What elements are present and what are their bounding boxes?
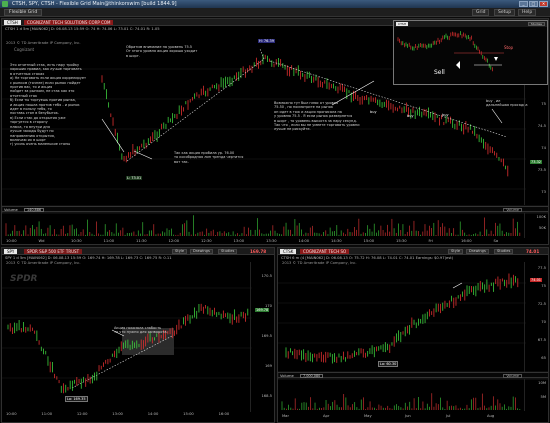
time-tick: 10:30 xyxy=(71,239,82,243)
setup-button[interactable]: Setup xyxy=(494,9,516,16)
main-toolbar: Flexible Grid Grid Setup Help xyxy=(0,8,550,17)
volume-header: Volume 140,886 Volume xyxy=(2,206,548,212)
annotation-trendline: Так как акция пробила ур. 76.00 то кособ… xyxy=(174,151,244,164)
ctsh6m-volume-bars xyxy=(281,393,521,410)
spy-price-axis: 170.5 170 169.5 169 168.5 xyxy=(250,262,274,412)
ctsh6m-volume-header: Volume 7,000,080 Volume xyxy=(278,372,548,378)
time-tick: Aug xyxy=(487,414,495,418)
volume-axis: 100K 50K xyxy=(524,213,548,238)
buy-tag-1: buy xyxy=(370,110,377,114)
time-tick: 12:00 xyxy=(168,239,180,243)
time-tick: 16:00 xyxy=(218,412,230,416)
window-controls: _ □ ✕ xyxy=(519,1,548,7)
time-tick: May xyxy=(364,414,372,418)
spy-chart-svg xyxy=(2,287,252,394)
time-tick: 15:00 xyxy=(183,412,194,416)
ctsh6m-volume-axis: 10M 5M xyxy=(524,379,548,411)
time-tick: 11:00 xyxy=(41,412,53,416)
ctsh6m-low-label: Lo: 60.30 xyxy=(378,361,399,367)
ctsh6m-volume-label: Volume xyxy=(280,374,294,378)
annotation-rules: Это отчетный стак, есть пару тройку хоро… xyxy=(10,63,87,147)
window-title: CTSH, SPY, CTSH - Flexible Grid Main@thi… xyxy=(12,1,177,7)
low-label: L: 73.01 xyxy=(126,176,143,180)
time-tick: 15:30 xyxy=(396,239,407,243)
buy-tag-2: buy xyxy=(407,114,414,118)
time-tick: Fri xyxy=(428,239,433,243)
time-tick: Jun xyxy=(405,414,411,418)
grid-button[interactable]: Grid xyxy=(472,9,490,16)
time-tick: 12:30 xyxy=(201,239,212,243)
time-tick: 13:00 xyxy=(112,412,123,416)
time-tick: Mar xyxy=(282,414,289,418)
time-tick: Jul xyxy=(446,414,451,418)
volume-value: 140,886 xyxy=(24,208,45,212)
spy-chart-panel: SPY SPDR S&P 500 ETF TRUST Style Drawing… xyxy=(1,247,275,423)
window-titlebar: CTSH, SPY, CTSH - Flexible Grid Main@thi… xyxy=(0,0,550,8)
minimize-button[interactable]: _ xyxy=(519,1,528,7)
time-axis: 10:00 Wd 10:30 11:00 11:30 12:00 12:30 13:00 13:… xyxy=(2,238,524,244)
last-price-marker: 73.32 xyxy=(530,160,543,164)
help-button[interactable]: Help xyxy=(518,9,537,16)
volume-label: Volume xyxy=(4,208,18,212)
spy-annotation: Акция показала слабость то что нужно для… xyxy=(114,326,168,335)
spy-time-axis: 10:00 11:00 12:00 13:00 14:00 15:00 16:00 xyxy=(2,411,250,418)
inset-chart: CTSH Studies Stop Sell xyxy=(393,20,548,85)
ctsh6m-time-axis: Mar Apr May Jun Jul Aug xyxy=(278,413,524,420)
time-tick: 14:00 xyxy=(298,239,310,243)
spy-last-price-marker: 169.78 xyxy=(255,308,270,312)
spy-low-label: Lo: 169.35 xyxy=(65,396,88,402)
high-label: H: 76.39 xyxy=(258,39,275,43)
annotation-market: Возможно тут был плюс от уровня 75.50 , … xyxy=(274,101,360,132)
ctsh-6m-chart-panel: CTSK COGNIZANT TECH SO Style Drawings St… xyxy=(277,247,549,423)
time-tick: 14:30 xyxy=(331,239,342,243)
time-tick: Apr xyxy=(323,414,330,418)
ctsh6m-volume-study-tag[interactable]: Volume xyxy=(503,374,522,378)
time-tick: 15:00 xyxy=(363,239,375,243)
volume-bars xyxy=(5,215,521,236)
time-tick: 13:00 xyxy=(233,239,245,243)
inset-sell-label: Sell xyxy=(434,69,445,76)
close-button[interactable]: ✕ xyxy=(539,1,548,7)
annotation-level-75-5: Обратим внимание на уровень 75.5 От этог… xyxy=(126,45,198,58)
tab-flexible-grid[interactable]: Flexible Grid xyxy=(4,9,43,16)
ctsh6m-chart-svg xyxy=(278,273,548,410)
inset-stop-label: Stop xyxy=(504,45,514,50)
ctsh6m-price-bars xyxy=(285,273,519,364)
time-tick: 12:00 xyxy=(76,412,88,416)
time-tick: 10:00 xyxy=(6,239,17,243)
app-icon xyxy=(2,1,8,7)
time-tick: 14:00 xyxy=(147,412,159,416)
time-tick: 10:00 xyxy=(6,412,17,416)
time-tick: 13:30 xyxy=(266,239,277,243)
time-tick: 11:30 xyxy=(136,239,147,243)
maximize-button[interactable]: □ xyxy=(529,1,538,7)
inset-svg xyxy=(397,31,504,72)
volume-study-tag[interactable]: Volume xyxy=(503,208,522,212)
ctsh6m-volume-value: 7,000,080 xyxy=(300,374,324,378)
time-tick: 16:00 xyxy=(461,239,472,243)
time-tick: 11:00 xyxy=(103,239,115,243)
buy-tag-3: buy xyxy=(442,113,449,117)
time-tick: Sa xyxy=(493,239,499,243)
ctsh6m-last-price-marker: 74.01 xyxy=(530,278,543,282)
time-tick: Wd xyxy=(38,239,45,243)
